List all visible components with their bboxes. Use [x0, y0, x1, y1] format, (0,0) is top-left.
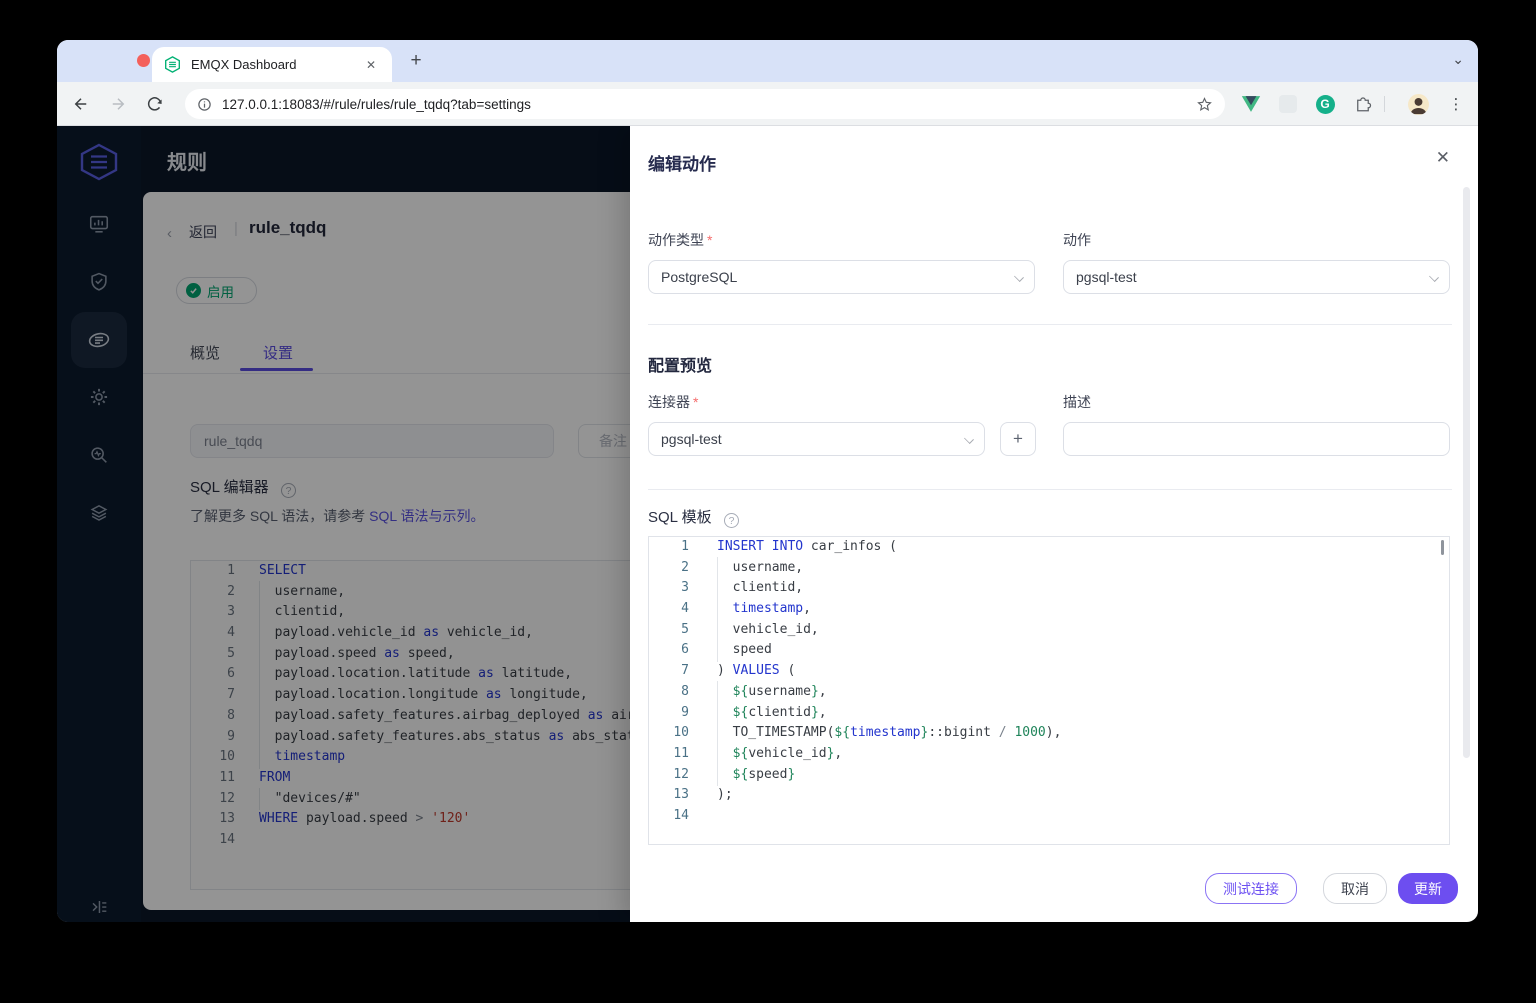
profile-avatar[interactable] [1407, 93, 1429, 115]
site-info-icon[interactable] [197, 97, 212, 112]
drawer-scrollbar-thumb[interactable] [1463, 187, 1470, 758]
window-close-button[interactable] [137, 54, 150, 67]
code-line: 13); [649, 785, 1449, 806]
update-button[interactable]: 更新 [1398, 873, 1458, 904]
action-value: pgsql-test [1076, 269, 1137, 285]
code-line: 5 vehicle_id, [649, 618, 1449, 642]
code-line: 9 ${clientid}, [649, 701, 1449, 724]
tab-close-icon[interactable]: ✕ [362, 56, 380, 74]
chevron-down-icon [1430, 273, 1438, 281]
line-number: 12 [673, 766, 689, 782]
action-select[interactable]: pgsql-test [1063, 260, 1450, 294]
chevron-down-icon [1015, 273, 1023, 281]
new-tab-button[interactable]: + [404, 50, 428, 72]
description-label: 描述 [1063, 394, 1091, 410]
required-asterisk: * [693, 394, 699, 410]
code-line: 11 ${vehicle_id}, [649, 742, 1449, 766]
line-number: 5 [681, 621, 689, 637]
connector-label: 连接器 * [648, 394, 699, 410]
disabled-extension-icon[interactable] [1277, 93, 1299, 115]
toolbar-separator [1384, 96, 1385, 112]
sql-template-label-row: SQL 模板 ? [648, 506, 740, 528]
line-number: 7 [681, 663, 689, 679]
line-number: 3 [681, 580, 689, 596]
line-number: 8 [681, 683, 689, 699]
tab-title: EMQX Dashboard [191, 57, 297, 72]
line-number: 2 [681, 559, 689, 575]
action-label: 动作 [1063, 232, 1091, 248]
back-icon[interactable] [70, 93, 92, 115]
action-type-select[interactable]: PostgreSQL [648, 260, 1035, 294]
line-number: 9 [681, 704, 689, 720]
description-input[interactable] [1063, 422, 1450, 456]
line-number: 4 [681, 601, 689, 617]
chevron-down-icon [965, 435, 973, 443]
line-number: 13 [673, 787, 689, 803]
code-line: 2 username, [649, 556, 1449, 580]
config-preview-heading: 配置预览 [648, 358, 713, 375]
browser-window: EMQX Dashboard ✕ + ⌄ 127.0.0.1:18083/#/r… [57, 40, 1478, 922]
code-line: 4 timestamp, [649, 598, 1449, 621]
url-bar[interactable]: 127.0.0.1:18083/#/rule/rules/rule_tqdq?t… [185, 89, 1225, 119]
browser-tabstrip: EMQX Dashboard ✕ + ⌄ [57, 40, 1478, 82]
browser-menu-icon[interactable]: ⋮ [1445, 93, 1467, 115]
line-number: 10 [673, 725, 689, 741]
code-line: 14 [649, 806, 1449, 827]
code-line: 6 speed [649, 639, 1449, 662]
action-type-label: 动作类型 * [648, 232, 713, 248]
drawer-close-icon[interactable]: ✕ [1436, 148, 1450, 168]
code-line: 1 INSERT INTO car_infos ( [649, 537, 1449, 558]
section-divider [648, 489, 1452, 490]
reload-icon[interactable] [144, 93, 166, 115]
vue-devtools-icon[interactable] [1240, 93, 1262, 115]
app-viewport: 规则 ‹ 返回 | rule_tqdq 启用 概览 设置 rule_tqdq 备… [57, 126, 1478, 922]
line-number: 11 [673, 745, 689, 761]
sql-template-code-block[interactable]: 1 INSERT INTO car_infos (2 username, 3 cli… [648, 536, 1450, 845]
grammarly-icon[interactable]: G [1314, 93, 1336, 115]
cancel-button[interactable]: 取消 [1323, 873, 1387, 904]
add-connector-button[interactable]: + [1000, 422, 1036, 456]
test-connection-button[interactable]: 测试连接 [1205, 873, 1297, 904]
sql-template-help-icon[interactable]: ? [724, 513, 740, 528]
bookmark-star-icon[interactable] [1196, 96, 1213, 113]
tab-search-chevron-icon[interactable]: ⌄ [1452, 51, 1464, 68]
code-line: 12 ${speed} [649, 763, 1449, 786]
section-divider [648, 324, 1452, 325]
emqx-favicon-icon [164, 56, 181, 73]
connector-value: pgsql-test [661, 431, 722, 447]
action-type-value: PostgreSQL [661, 269, 738, 285]
browser-toolbar: 127.0.0.1:18083/#/rule/rules/rule_tqdq?t… [57, 82, 1478, 126]
extensions-puzzle-icon[interactable] [1352, 93, 1374, 115]
forward-icon[interactable] [107, 93, 129, 115]
code-line: 10 TO_TIMESTAMP(${timestamp}::bigint / 1… [649, 722, 1449, 745]
code-scrollbar-thumb[interactable] [1441, 540, 1444, 555]
edit-action-drawer: 编辑动作 ✕ 动作类型 * 动作 PostgreSQL pgsql-test 配置… [630, 126, 1478, 922]
url-text[interactable]: 127.0.0.1:18083/#/rule/rules/rule_tqdq?t… [222, 97, 1196, 112]
required-asterisk: * [707, 232, 713, 248]
drawer-title: 编辑动作 [648, 155, 716, 174]
sql-template-label: SQL 模板 [648, 509, 712, 526]
code-line: 3 clientid, [649, 577, 1449, 600]
code-line: 7) VALUES ( [649, 661, 1449, 682]
code-line: 8 ${username}, [649, 680, 1449, 704]
line-number: 14 [673, 807, 689, 823]
line-number: 1 [681, 539, 689, 554]
connector-select[interactable]: pgsql-test [648, 422, 985, 456]
browser-tab[interactable]: EMQX Dashboard ✕ [152, 47, 392, 82]
line-number: 6 [681, 642, 689, 658]
